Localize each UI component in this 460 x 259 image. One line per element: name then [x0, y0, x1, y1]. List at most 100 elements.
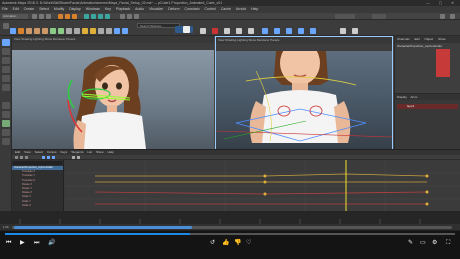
viewport-left-scene[interactable]	[12, 50, 214, 149]
graph-menu-view[interactable]: View	[24, 150, 30, 154]
rendering-icon[interactable]	[74, 28, 80, 34]
open-scene-icon[interactable]	[39, 14, 44, 19]
shelf-search-input[interactable]: Search Shelves...	[137, 23, 180, 28]
menu-arnold[interactable]: Arnold	[236, 7, 246, 11]
channel-box-toggle-icon[interactable]	[450, 14, 455, 19]
side-by-side-layout-icon[interactable]	[2, 120, 10, 127]
curves-icon[interactable]	[10, 28, 16, 34]
grease-pencil-icon[interactable]	[248, 28, 254, 34]
channel-box-tab-object[interactable]: Object	[425, 37, 434, 41]
camera-sequencer-icon[interactable]	[352, 28, 358, 34]
layer-tab-anim[interactable]: Anim	[411, 95, 418, 99]
arnold-icon[interactable]	[114, 28, 120, 34]
outliner-search-input[interactable]	[13, 161, 62, 165]
video-progress-bar[interactable]	[5, 233, 455, 235]
menu-display[interactable]: Display	[69, 7, 80, 11]
shelf-menu-icon[interactable]	[3, 23, 9, 29]
four-view-icon[interactable]	[2, 111, 10, 118]
deform-icon[interactable]	[58, 28, 64, 34]
range-bar-fill[interactable]	[14, 226, 192, 229]
attr-value-keyed[interactable]	[436, 73, 450, 77]
animation-icon[interactable]	[66, 28, 72, 34]
graph-menu-list[interactable]: List	[87, 150, 92, 154]
viewport-left[interactable]: View Shading Lighting Show Renderer Pane…	[12, 36, 214, 149]
select-hierarchy-icon[interactable]	[58, 14, 63, 19]
save-scene-icon[interactable]	[46, 14, 51, 19]
outliner-attribute[interactable]: Scale Z	[12, 204, 63, 208]
render-view-icon[interactable]	[120, 14, 125, 19]
move-tool-icon[interactable]	[2, 66, 10, 73]
rigging-icon[interactable]	[50, 28, 56, 34]
menu-modify[interactable]: Modify	[54, 7, 64, 11]
layer-row[interactable]: layer1	[397, 104, 458, 109]
graph-menu-tangents[interactable]: Tangents	[71, 150, 83, 154]
key-selected-icon[interactable]	[262, 28, 268, 34]
channel-box-tab-edit[interactable]: Edit	[415, 37, 420, 41]
layer-tab-display[interactable]: Display	[397, 95, 407, 99]
xgen-icon[interactable]	[106, 28, 112, 34]
menu-playback[interactable]: Playback	[116, 7, 130, 11]
brush-tool-icon[interactable]	[200, 28, 206, 34]
lasso-tool-icon[interactable]	[2, 48, 10, 55]
select-tool-icon[interactable]	[2, 39, 10, 46]
select-component-icon[interactable]	[72, 14, 77, 19]
time-slider[interactable]	[0, 211, 460, 224]
curve-canvas[interactable]	[65, 160, 460, 212]
graph-menu-select[interactable]: Select	[35, 150, 43, 154]
rotate-tool-icon[interactable]	[2, 75, 10, 82]
menu-control[interactable]: Control	[205, 7, 216, 11]
menu-deform[interactable]: Deform	[168, 7, 179, 11]
menu-visualize[interactable]: Visualize	[149, 7, 163, 11]
thumbs-up-icon[interactable]: 👍	[222, 239, 229, 247]
menu-edit[interactable]: Edit	[13, 7, 19, 11]
snap-surface-icon[interactable]	[105, 14, 110, 19]
poly-sphere-icon[interactable]	[26, 28, 32, 34]
pencil-tool-icon[interactable]	[183, 26, 190, 33]
play-icon[interactable]: ▶	[20, 239, 25, 247]
poly-cylinder-icon[interactable]	[42, 28, 48, 34]
red-marker-icon[interactable]	[212, 28, 218, 34]
fullscreen-icon[interactable]: ⛶	[446, 239, 450, 247]
viewport-right-scene[interactable]	[215, 41, 393, 149]
thumbs-down-icon[interactable]: 👎	[234, 239, 241, 247]
menu-cache[interactable]: Cache	[221, 7, 231, 11]
viewport-left-toolbar[interactable]	[12, 43, 214, 50]
persp-graph-layout-icon[interactable]	[2, 129, 10, 136]
poly-cube-icon[interactable]	[34, 28, 40, 34]
graph-menu-edit[interactable]: Edit	[15, 150, 20, 154]
new-scene-icon[interactable]	[32, 14, 37, 19]
next-icon[interactable]: ⏭	[34, 239, 39, 247]
breakdown-icon[interactable]	[274, 28, 280, 34]
snap-point-icon[interactable]	[98, 14, 103, 19]
viewport-right-menu[interactable]: View Shading Lighting Show Renderer Pane…	[216, 37, 392, 44]
previous-icon[interactable]: ⏮	[6, 239, 11, 247]
snap-curve-icon[interactable]	[91, 14, 96, 19]
range-slider[interactable]: 1.00	[0, 224, 460, 231]
rewind-10-icon[interactable]: ↺	[210, 239, 215, 247]
select-object-icon[interactable]	[65, 14, 70, 19]
menu-constrain[interactable]: Constrain	[185, 7, 200, 11]
graph-menu-help[interactable]: Help	[108, 150, 114, 154]
volume-icon[interactable]: 🔊	[48, 239, 55, 247]
fx-icon[interactable]	[82, 28, 88, 34]
render-frame-icon[interactable]	[127, 14, 132, 19]
graph-menu-show[interactable]: Show	[96, 150, 104, 154]
menu-help[interactable]: Help	[251, 7, 258, 11]
live-surface-field[interactable]	[335, 14, 355, 19]
channel-box-tab-show[interactable]: Show	[438, 37, 446, 41]
heart-icon[interactable]: ♡	[246, 239, 251, 247]
viewport-right-toolbar[interactable]	[216, 44, 392, 51]
modeling-toolkit-icon[interactable]	[440, 14, 445, 19]
menu-key[interactable]: Key	[105, 7, 111, 11]
menu-windows[interactable]: Windows	[86, 7, 100, 11]
menu-set-dropdown[interactable]: Animation	[2, 14, 28, 19]
dope-sheet-icon[interactable]	[298, 28, 304, 34]
trax-editor-icon[interactable]	[310, 28, 316, 34]
viewport-left-menu[interactable]: View Shading Lighting Show Renderer Pane…	[12, 36, 214, 43]
menu-audio[interactable]: Audio	[135, 7, 144, 11]
channel-box-tab-channels[interactable]: Channels	[397, 37, 410, 41]
fx-caching-icon[interactable]	[90, 28, 96, 34]
playblast-icon[interactable]	[340, 28, 346, 34]
settings-icon[interactable]: ⚙	[432, 239, 437, 247]
menu-file[interactable]: File	[2, 7, 8, 11]
